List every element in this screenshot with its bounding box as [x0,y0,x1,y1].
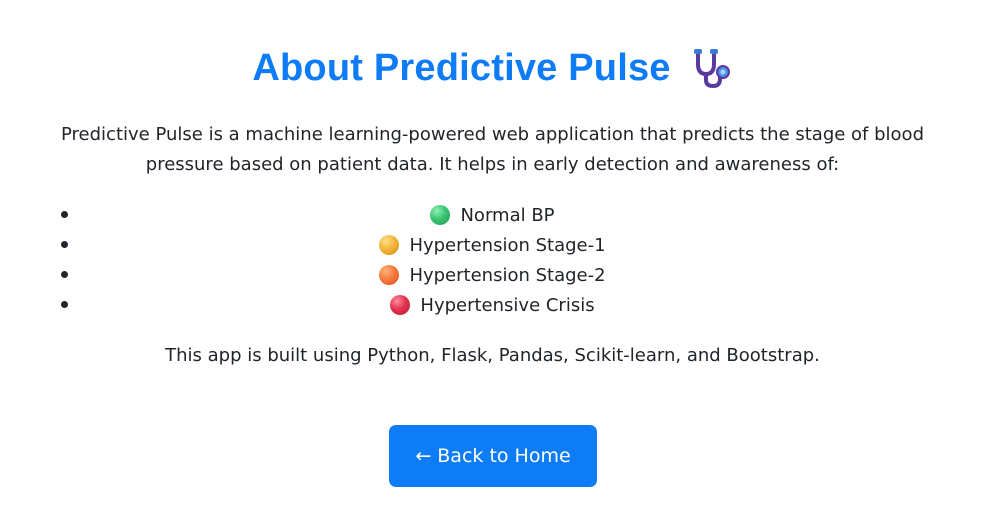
list-item-hypertensive-crisis: Hypertensive Crisis [0,290,985,320]
page-title: About Predictive Pulse [252,46,671,89]
bullet-icon [61,271,68,278]
tech-stack-text: This app is built using Python, Flask, P… [165,345,820,366]
bullet-icon [61,301,68,308]
back-to-home-button[interactable]: ← Back to Home [389,425,597,487]
stethoscope-icon [689,46,733,90]
green-circle-icon [430,205,451,225]
stage-label: Hypertension Stage-2 [409,264,606,286]
bp-stage-list: Normal BP Hypertension Stage-1 Hypertens… [0,200,985,320]
stage-label: Hypertensive Crisis [420,294,595,316]
list-item-normal-bp: Normal BP [0,200,985,230]
list-item-hypertension-stage-2: Hypertension Stage-2 [0,260,985,290]
title-row: About Predictive Pulse [0,40,985,96]
orange-circle-icon [379,265,400,285]
red-circle-icon [390,295,411,315]
stage-label: Hypertension Stage-1 [409,234,606,256]
intro-paragraph: Predictive Pulse is a machine learning-p… [61,124,924,175]
stage-label: Normal BP [460,204,555,226]
bullet-icon [61,211,68,218]
list-item-hypertension-stage-1: Hypertension Stage-1 [0,230,985,260]
yellow-circle-icon [379,235,400,255]
about-page: About Predictive Pulse Predictive Pulse … [0,0,985,528]
bullet-icon [61,241,68,248]
